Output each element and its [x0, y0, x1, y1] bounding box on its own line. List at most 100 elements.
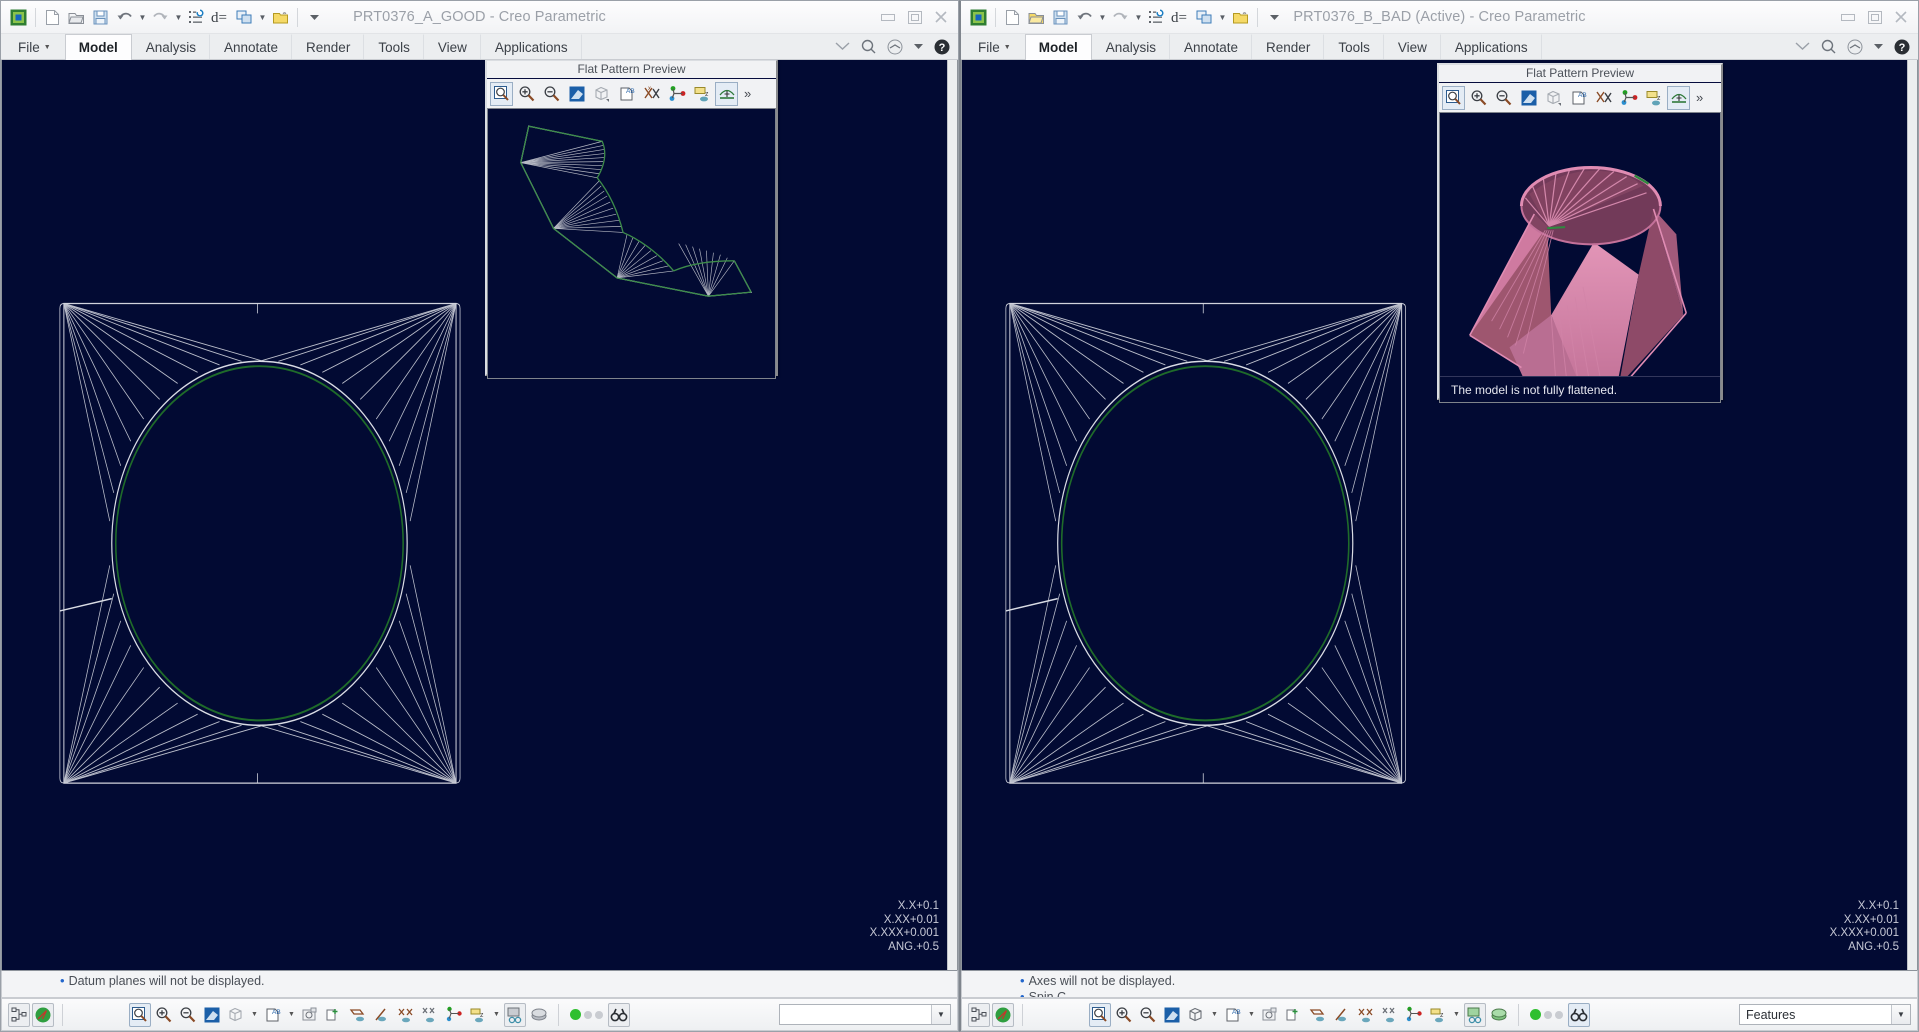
annotation-display-icon[interactable]: AB: [262, 1003, 284, 1027]
open-icon[interactable]: [1025, 6, 1048, 29]
refit-icon[interactable]: [129, 1002, 151, 1027]
tab-analysis[interactable]: Analysis: [132, 34, 210, 59]
csys-display-icon[interactable]: z: [690, 82, 713, 106]
datum-display-icon[interactable]: [1403, 1003, 1425, 1027]
regenerate-icon[interactable]: [1145, 6, 1168, 29]
toolbar-overflow-button[interactable]: »: [1696, 90, 1703, 105]
axis-display-icon[interactable]: [1617, 86, 1640, 110]
csys-display-icon[interactable]: z: [1642, 86, 1665, 110]
tab-model[interactable]: Model: [64, 34, 132, 60]
customize-icon[interactable]: [303, 6, 326, 29]
zoom-out-icon[interactable]: [1492, 86, 1515, 110]
redo-icon[interactable]: [1109, 6, 1132, 29]
viewport-scrollbar-left[interactable]: [947, 60, 957, 970]
spin-center-icon[interactable]: z: [467, 1003, 489, 1027]
annotation-display-icon[interactable]: AB: [1567, 86, 1590, 110]
annotation-caret[interactable]: ▼: [1246, 1003, 1257, 1027]
tab-view[interactable]: View: [424, 34, 481, 59]
zoom-in-icon[interactable]: [515, 82, 538, 106]
zoom-in-icon[interactable]: [1113, 1003, 1135, 1027]
axis-display-icon[interactable]: [371, 1003, 393, 1027]
close-button[interactable]: [934, 10, 948, 24]
repaint-icon[interactable]: [201, 1003, 223, 1027]
tab-render[interactable]: Render: [292, 34, 365, 59]
undo-dropdown-caret[interactable]: ▼: [1097, 6, 1108, 29]
model-tree-icon[interactable]: [8, 1002, 30, 1027]
maximize-button[interactable]: [1867, 10, 1882, 24]
display-style-icon[interactable]: [225, 1003, 247, 1027]
plane-display-icon[interactable]: [715, 81, 738, 106]
flat-pattern-preview-canvas-left[interactable]: [487, 108, 776, 380]
help-center-icon[interactable]: [1847, 39, 1863, 55]
creo-logo-icon[interactable]: [967, 6, 990, 29]
redo-dropdown-caret[interactable]: ▼: [1133, 6, 1144, 29]
view-orientation-icon[interactable]: [1542, 86, 1565, 110]
axis-display-icon[interactable]: [665, 82, 688, 106]
collapse-ribbon-icon[interactable]: [835, 41, 850, 52]
flat-pattern-preview-panel-left[interactable]: Flat Pattern Preview AB x z »: [485, 60, 778, 380]
display-style-icon[interactable]: [1185, 1003, 1207, 1027]
refit-icon[interactable]: [1442, 85, 1465, 110]
undo-icon[interactable]: [113, 6, 136, 29]
selection-filter-select[interactable]: ▼: [779, 1004, 951, 1025]
refit-icon[interactable]: [490, 81, 513, 106]
zoom-out-icon[interactable]: [177, 1003, 199, 1027]
flat-pattern-preview-canvas-right[interactable]: The model is not fully flattened.: [1439, 112, 1721, 403]
minimize-button[interactable]: [1840, 10, 1855, 24]
search-icon[interactable]: [1821, 39, 1836, 54]
saved-view-icon[interactable]: [299, 1003, 321, 1027]
csys-display-icon[interactable]: [419, 1003, 441, 1027]
repaint-icon[interactable]: [565, 82, 588, 106]
view-manager-icon[interactable]: [323, 1003, 345, 1027]
zoom-out-icon[interactable]: [1137, 1003, 1159, 1027]
model-tree-icon[interactable]: [968, 1002, 990, 1027]
help-icon[interactable]: ?: [1894, 39, 1910, 55]
tab-annotate[interactable]: Annotate: [1170, 34, 1253, 59]
creo-logo-icon[interactable]: [7, 6, 30, 29]
maximize-button[interactable]: [907, 10, 922, 24]
display-style-caret[interactable]: ▼: [249, 1003, 260, 1027]
tab-view[interactable]: View: [1384, 34, 1441, 59]
refit-icon[interactable]: [1089, 1002, 1111, 1027]
point-display-icon[interactable]: [395, 1003, 417, 1027]
selection-filter-select[interactable]: Features ▼: [1739, 1004, 1911, 1025]
window-dropdown-caret[interactable]: ▼: [257, 6, 268, 29]
csys-display-icon[interactable]: [1379, 1003, 1401, 1027]
help-dropdown-caret[interactable]: [914, 43, 923, 50]
help-center-icon[interactable]: [887, 39, 903, 55]
graphics-viewport-left[interactable]: X.X+0.1 X.XX+0.01 X.XXX+0.001 ANG.+0.5 F…: [1, 60, 958, 970]
find-icon[interactable]: [1568, 1002, 1590, 1027]
undo-icon[interactable]: [1073, 6, 1096, 29]
annotation-caret[interactable]: ▼: [286, 1003, 297, 1027]
view-manager-icon[interactable]: [1283, 1003, 1305, 1027]
display-style-caret[interactable]: ▼: [1209, 1003, 1220, 1027]
regenerate-icon[interactable]: [185, 6, 208, 29]
tab-file[interactable]: File ▼: [4, 34, 65, 59]
zoom-in-icon[interactable]: [153, 1003, 175, 1027]
new-icon[interactable]: [1001, 6, 1024, 29]
repaint-icon[interactable]: [1161, 1003, 1183, 1027]
open-folder-icon[interactable]: [269, 6, 292, 29]
help-dropdown-caret[interactable]: [1874, 43, 1883, 50]
window-switch-icon[interactable]: [233, 6, 256, 29]
saved-view-icon[interactable]: [1259, 1003, 1281, 1027]
datum-display-icon[interactable]: [1592, 86, 1615, 110]
parameters-icon[interactable]: d=: [209, 6, 232, 29]
tab-analysis[interactable]: Analysis: [1092, 34, 1170, 59]
tab-annotate[interactable]: Annotate: [210, 34, 293, 59]
repaint-icon[interactable]: [1517, 86, 1540, 110]
plane-display-icon[interactable]: [1307, 1003, 1329, 1027]
spin-center-caret[interactable]: ▼: [1451, 1003, 1462, 1027]
navigator-icon[interactable]: [32, 1002, 54, 1027]
parameters-icon[interactable]: d=: [1169, 6, 1192, 29]
customize-icon[interactable]: [1263, 6, 1286, 29]
save-icon[interactable]: [89, 6, 112, 29]
help-icon[interactable]: ?: [934, 39, 950, 55]
window-switch-icon[interactable]: [1193, 6, 1216, 29]
plane-display-icon[interactable]: [347, 1003, 369, 1027]
tab-tools[interactable]: Tools: [1324, 34, 1384, 59]
save-icon[interactable]: [1049, 6, 1072, 29]
search-icon[interactable]: [861, 39, 876, 54]
find-icon[interactable]: [608, 1002, 630, 1027]
redo-dropdown-caret[interactable]: ▼: [173, 6, 184, 29]
